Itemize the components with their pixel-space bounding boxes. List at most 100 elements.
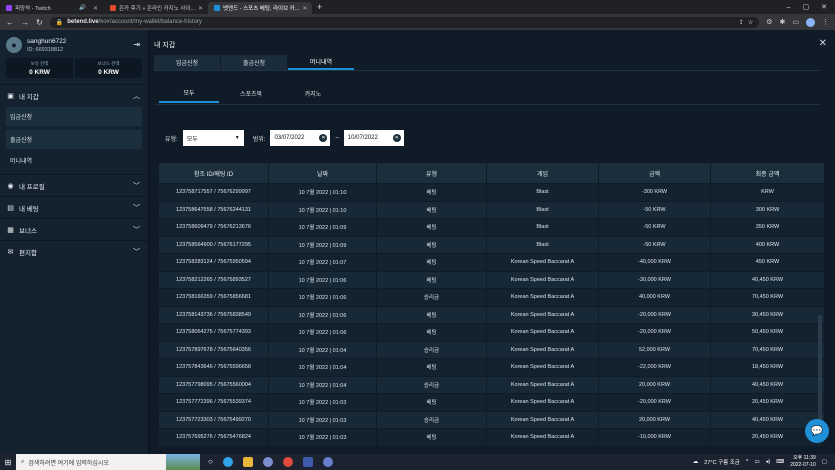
weather-text[interactable]: 27°C 구름 조금 — [704, 458, 740, 466]
gift-icon: ▦ — [7, 226, 14, 234]
close-icon[interactable]: ✕ — [302, 5, 307, 12]
game-cell: Korean Speed Baccarat A — [486, 410, 599, 429]
app: ● sanghun6722 ID: 669318812 ⇥ 보유 잔액 0 KR… — [0, 30, 835, 454]
amount-cell: 20,000 KRW — [598, 375, 711, 394]
sidebar-item-bonus[interactable]: ▦ 보너스 ﹀ — [0, 218, 148, 240]
amount-cell: 20,000 KRW — [598, 410, 711, 429]
scrollbar[interactable] — [818, 315, 822, 435]
clear-icon[interactable]: ✕ — [319, 134, 328, 142]
url-path: /ko#/account/my-wallet/balance-history — [98, 19, 202, 25]
windows-start-icon[interactable]: ⊞ — [0, 458, 16, 467]
reload-icon[interactable]: ↻ — [36, 18, 43, 27]
balance-label: 보유 잔액 — [30, 60, 49, 66]
sidebar-item-wallet[interactable]: ▣ 내 지갑 ︿ — [0, 84, 148, 106]
browser-tab[interactable]: 피망싹 - Twitch 🔊 ✕ — [0, 2, 104, 14]
date-cell: 10 7월 2022 | 01:10 — [268, 200, 377, 219]
app-icon[interactable] — [302, 457, 313, 467]
explorer-icon[interactable] — [242, 457, 253, 467]
tab-casino[interactable]: 카지노 — [283, 83, 343, 103]
close-icon[interactable]: ✕ — [93, 5, 98, 12]
forward-icon[interactable]: → — [21, 18, 29, 27]
sidebar-icon[interactable]: ▭ — [792, 18, 799, 26]
clock[interactable]: 오후 11:39 2022-07-10 — [790, 455, 816, 469]
chrome-icon[interactable] — [282, 457, 293, 467]
date-cell: 10 7월 2022 | 01:04 — [268, 340, 377, 359]
range-label: 범위: — [252, 136, 266, 143]
sidebar-item-bets[interactable]: ▤ 내 베팅 ﹀ — [0, 196, 148, 218]
tab-all[interactable]: 모두 — [159, 83, 219, 103]
close-icon[interactable]: ✕ — [819, 38, 827, 49]
date-to-input[interactable]: 10/07/2022 ✕ — [343, 130, 404, 146]
type-cell: 베팅 — [376, 235, 487, 254]
profile-icon[interactable] — [806, 17, 815, 27]
sidebar-item-messages[interactable]: ✉ 편지함 ﹀ — [0, 240, 148, 262]
task-view-icon[interactable]: ○ — [208, 457, 213, 467]
tab-title: 온카 후기 » 온라인 카지노 사이... — [119, 6, 196, 12]
game-cell: Korean Speed Baccarat A — [486, 253, 599, 272]
minimize-icon[interactable]: – — [787, 4, 791, 11]
logout-icon[interactable]: ⇥ — [133, 40, 140, 49]
user-id: ID: 669318812 — [27, 46, 64, 53]
col-game: 게임 — [486, 162, 599, 184]
network-icon[interactable]: ▭ — [754, 459, 759, 465]
browser-tab-active[interactable]: 벳엔드 - 스포츠 베팅, 라이브 카... ✕ — [208, 2, 312, 14]
edge-icon[interactable] — [222, 457, 233, 467]
ref-id-cell: 123757798095 / 75675560004 — [158, 375, 269, 394]
amount-cell: -40,000 KRW — [598, 253, 711, 272]
type-cell: 승리금 — [376, 288, 487, 307]
keyboard-icon[interactable]: ⌨ — [776, 459, 784, 465]
col-ref-id: 참조 ID/베팅 ID — [158, 162, 269, 184]
sidebar-item-money-history[interactable]: 머니내역 — [6, 151, 142, 170]
amount-cell: -20,000 KRW — [598, 323, 711, 342]
tab-money-history[interactable]: 머니내역 — [288, 55, 354, 70]
amount-cell: -30,000 KRW — [598, 270, 711, 289]
date-from-input[interactable]: 03/07/2022 ✕ — [270, 130, 331, 146]
notification-icon[interactable]: ▢ — [822, 459, 827, 465]
tab-sportsbook[interactable]: 스포츠북 — [221, 83, 281, 103]
page-title: 내 지갑 — [154, 42, 176, 49]
sidebar-item-profile[interactable]: ◉ 내 프로필 ﹀ — [0, 174, 148, 196]
close-icon[interactable]: ✕ — [198, 5, 203, 12]
close-window-icon[interactable]: ✕ — [821, 3, 827, 11]
app-icon[interactable] — [262, 457, 273, 467]
tab-withdraw[interactable]: 출금신청 — [221, 55, 287, 70]
taskbar-search[interactable]: ⌕ 검색하려면 여기에 입력하십시오 — [16, 454, 166, 470]
table-row: 123758717557 / 75676299997 10 7월 2022 | 0… — [158, 183, 824, 202]
maximize-icon[interactable]: ▢ — [803, 3, 810, 11]
table-row: 123758212265 / 75675893527 10 7월 2022 | 0… — [158, 270, 824, 289]
share-icon[interactable]: ⇪ — [739, 19, 744, 26]
address-bar[interactable]: 🔒 betend.live/ko#/account/my-wallet/bala… — [49, 16, 760, 28]
final-amount-cell: 40,450 KRW — [710, 375, 824, 394]
new-tab-icon[interactable]: + — [312, 0, 327, 14]
app-icon[interactable] — [322, 457, 333, 467]
url-host: betend.live — [67, 19, 99, 25]
game-cell: Korean Speed Baccarat A — [486, 305, 599, 324]
star-icon[interactable]: ☆ — [748, 19, 753, 26]
chevron-down-icon: ﹀ — [133, 204, 140, 212]
menu-dots-icon[interactable]: ⋮ — [822, 18, 829, 26]
user-avatar-icon[interactable]: ● — [6, 37, 22, 53]
chat-icon[interactable]: 💬 — [805, 419, 829, 443]
extension-icon[interactable]: ⚙ — [766, 18, 772, 26]
tab-deposit[interactable]: 입금신청 — [154, 55, 220, 70]
sidebar-item-withdraw[interactable]: 출금신청 — [6, 130, 142, 149]
browser-tab-bar: 피망싹 - Twitch 🔊 ✕ 온카 후기 » 온라인 카지노 사이... ✕… — [0, 0, 835, 14]
ref-id-cell: 123757897678 / 75675640356 — [158, 340, 269, 359]
sidebar: ● sanghun6722 ID: 669318812 ⇥ 보유 잔액 0 KR… — [0, 30, 149, 454]
browser-tab[interactable]: 온카 후기 » 온라인 카지노 사이... ✕ — [104, 2, 208, 14]
chevron-up-icon[interactable]: ^ — [746, 459, 749, 465]
clear-icon[interactable]: ✕ — [392, 134, 401, 142]
back-icon[interactable]: ← — [6, 18, 14, 27]
sidebar-item-label: 내 베팅 — [19, 205, 39, 213]
volume-icon[interactable]: ◂) — [766, 459, 771, 465]
user-icon: ◉ — [7, 182, 14, 190]
game-cell: Korean Speed Baccarat A — [486, 270, 599, 289]
sidebar-item-deposit[interactable]: 입금신청 — [6, 107, 142, 126]
amount-cell: -20,000 KRW — [598, 305, 711, 324]
type-select[interactable]: 모두 ▼ — [182, 130, 244, 146]
divider — [154, 104, 820, 105]
game-cell: Blast — [486, 218, 599, 237]
puzzle-icon[interactable]: ✱ — [780, 18, 786, 26]
chevron-down-icon: ﹀ — [133, 248, 140, 256]
ref-id-cell: 123758647558 / 75676244131 — [158, 200, 269, 219]
